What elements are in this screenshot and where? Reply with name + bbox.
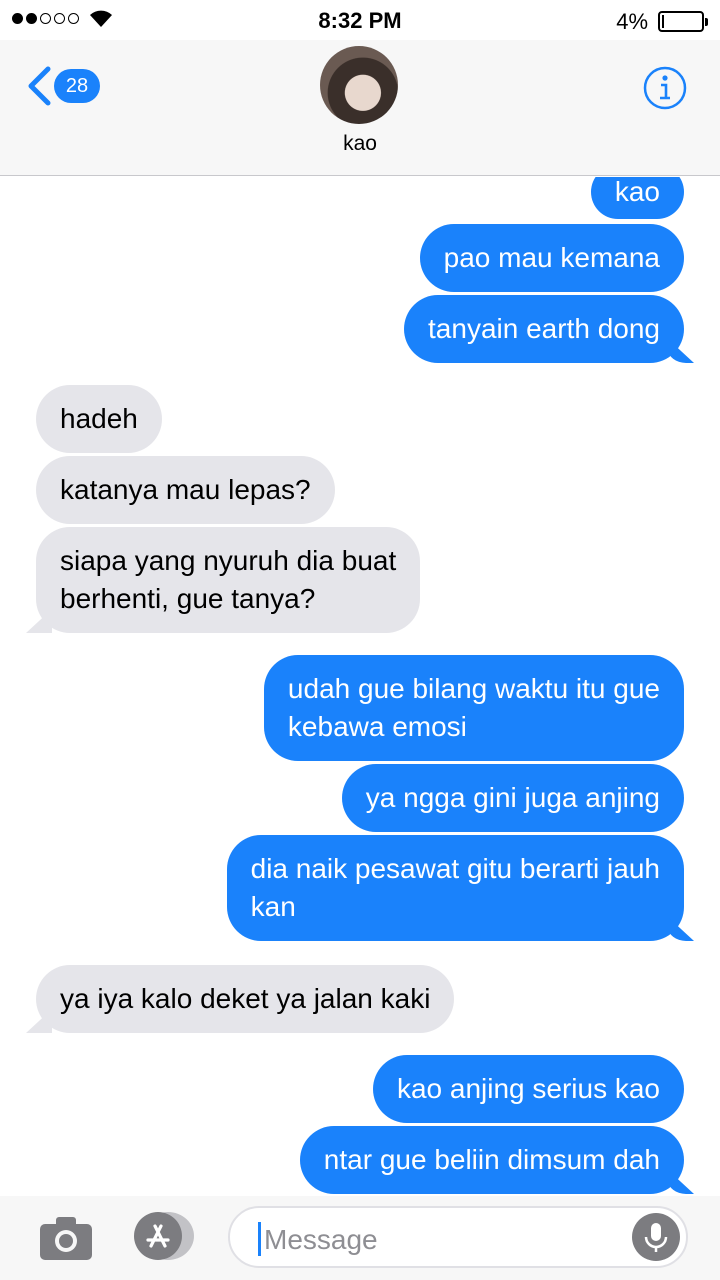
message-bubble-outgoing[interactable]: ntar gue beliin dimsum dah — [299, 1126, 684, 1194]
message-text-line: berhenti, gue tanya? — [60, 583, 316, 614]
message-input[interactable]: Message — [228, 1206, 688, 1268]
message-bubble-outgoing[interactable]: kao anjing serius kao — [372, 1055, 684, 1123]
message-text: kao — [614, 177, 660, 207]
message-text-line: kebawa emosi — [287, 711, 467, 742]
message-text: kao anjing serius kao — [396, 1073, 660, 1104]
battery-icon — [658, 11, 708, 32]
message-thread[interactable]: kao pao mau kemana tanyain earth dong ha… — [0, 177, 720, 1195]
message-bubble-outgoing[interactable]: dia naik pesawat gitu berarti jauh kan — [226, 835, 684, 941]
unread-count-badge: 28 — [54, 69, 100, 103]
message-bubble-incoming[interactable]: hadeh — [36, 385, 162, 453]
microphone-button[interactable] — [632, 1213, 680, 1261]
message-text-line: dia naik pesawat gitu berarti jauh — [250, 853, 660, 884]
microphone-icon — [644, 1223, 668, 1252]
conversation-header: 28 kao — [0, 40, 720, 176]
app-store-icon[interactable] — [130, 1210, 196, 1262]
message-text: tanyain earth dong — [428, 313, 660, 344]
message-bubble-incoming[interactable]: siapa yang nyuruh dia buat berhenti, gue… — [36, 527, 421, 633]
status-bar: 8:32 PM 4% — [0, 0, 720, 40]
message-text-line: udah gue bilang waktu itu gue — [287, 673, 660, 704]
message-text: pao mau kemana — [443, 242, 660, 273]
message-text: ntar gue beliin dimsum dah — [323, 1144, 660, 1175]
message-text-line: siapa yang nyuruh dia buat — [60, 545, 397, 576]
chevron-left-icon — [28, 66, 51, 106]
info-icon[interactable] — [642, 65, 688, 111]
message-text: katanya mau lepas? — [60, 474, 311, 505]
message-text: ya iya kalo deket ya jalan kaki — [60, 983, 431, 1014]
message-bubble-outgoing[interactable]: ya ngga gini juga anjing — [341, 764, 684, 832]
message-text: hadeh — [60, 403, 138, 434]
message-bubble-outgoing[interactable]: tanyain earth dong — [404, 295, 684, 363]
message-bubble-incoming[interactable]: katanya mau lepas? — [36, 456, 335, 524]
message-bubble-outgoing[interactable]: udah gue bilang waktu itu gue kebawa emo… — [263, 655, 684, 761]
camera-icon[interactable] — [38, 1214, 94, 1262]
clock: 8:32 PM — [318, 8, 402, 33]
message-text-line: kan — [250, 891, 296, 922]
message-composer: Message — [0, 1196, 720, 1280]
battery-percent: 4% — [616, 9, 648, 34]
text-caret — [258, 1222, 261, 1256]
message-bubble-outgoing[interactable]: kao — [590, 177, 684, 219]
message-input-placeholder: Message — [264, 1224, 378, 1255]
battery-level — [662, 15, 664, 28]
contact-avatar[interactable] — [320, 46, 398, 124]
contact-name[interactable]: kao — [0, 132, 720, 156]
message-text: ya ngga gini juga anjing — [365, 782, 660, 813]
back-button[interactable]: 28 — [26, 66, 100, 106]
message-bubble-incoming[interactable]: ya iya kalo deket ya jalan kaki — [36, 965, 455, 1033]
message-bubble-outgoing[interactable]: pao mau kemana — [419, 224, 684, 292]
